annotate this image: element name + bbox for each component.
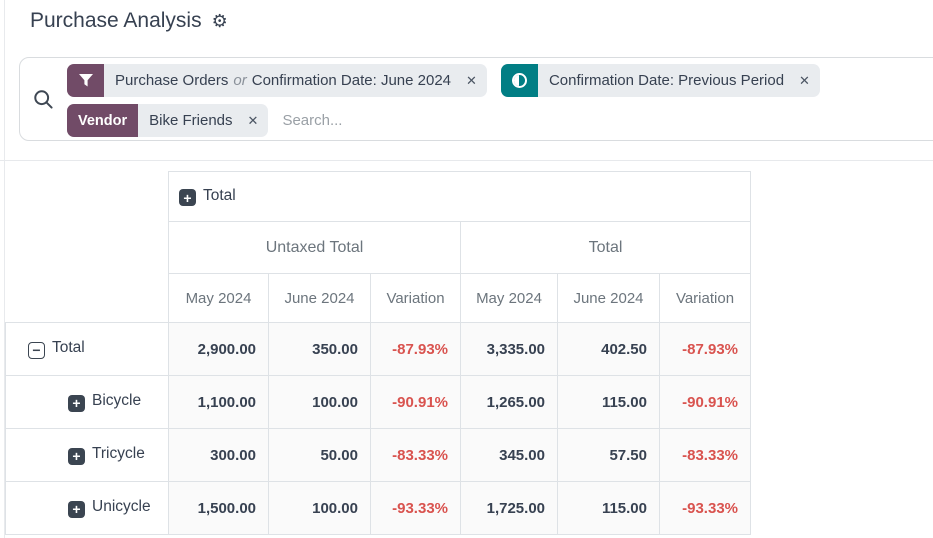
row-label: Tricycle <box>92 445 145 462</box>
cell-variation: -90.91% <box>660 376 751 429</box>
facet-vendor-category: Vendor <box>67 104 138 137</box>
row-header-total[interactable]: −Total <box>6 323 169 376</box>
pivot-corner <box>6 274 169 323</box>
comparison-icon <box>501 64 538 97</box>
cell: 115.00 <box>558 482 660 535</box>
facet-comparison-label: Confirmation Date: Previous Period <box>538 64 795 97</box>
measure-header-untaxed-total[interactable]: Untaxed Total <box>169 222 461 274</box>
expand-icon[interactable]: + <box>179 189 196 206</box>
facet-row-2: Vendor Bike Friends ✕ <box>67 104 820 137</box>
table-row-total: −Total 2,900.00 350.00 -87.93% 3,335.00 … <box>6 323 751 376</box>
cell-variation: -87.93% <box>371 323 461 376</box>
search-bar: Purchase Orders or Confirmation Date: Ju… <box>19 57 933 141</box>
period-header[interactable]: Variation <box>660 274 751 323</box>
facet-filter-label: Purchase Orders or Confirmation Date: Ju… <box>104 64 462 97</box>
breadcrumb: Purchase Analysis ⚙ <box>30 9 228 33</box>
cell: 100.00 <box>269 376 371 429</box>
pivot-table: + Total Untaxed Total Total May 2024 June… <box>5 171 751 535</box>
facet-filter-part1: Purchase Orders <box>115 72 228 89</box>
cell: 1,100.00 <box>169 376 269 429</box>
gear-icon[interactable]: ⚙ <box>212 12 228 30</box>
table-row-bicycle: + Bicycle 1,100.00 100.00 -90.91% 1,265.0… <box>6 376 751 429</box>
cell: 2,900.00 <box>169 323 269 376</box>
cell: 1,265.00 <box>461 376 558 429</box>
col-header-total[interactable]: + Total <box>169 172 751 222</box>
pivot-corner <box>6 172 169 222</box>
period-header[interactable]: Variation <box>371 274 461 323</box>
periods-row: May 2024 June 2024 Variation May 2024 Ju… <box>6 274 751 323</box>
period-header[interactable]: June 2024 <box>269 274 371 323</box>
collapse-icon[interactable]: − <box>28 342 45 359</box>
cell-variation: -93.33% <box>371 482 461 535</box>
cell-variation: -93.33% <box>660 482 751 535</box>
cell: 1,725.00 <box>461 482 558 535</box>
control-panel-divider <box>0 160 933 161</box>
cell: 100.00 <box>269 482 371 535</box>
period-header[interactable]: May 2024 <box>461 274 558 323</box>
expand-icon[interactable]: + <box>68 448 85 465</box>
period-header[interactable]: June 2024 <box>558 274 660 323</box>
cell-variation: -87.93% <box>660 323 751 376</box>
row-header-tricycle[interactable]: + Tricycle <box>6 429 169 482</box>
search-input[interactable] <box>282 104 502 137</box>
page-title: Purchase Analysis <box>30 9 202 33</box>
cell: 350.00 <box>269 323 371 376</box>
facet-filter-remove-button[interactable]: ✕ <box>462 64 487 97</box>
facet-list: Purchase Orders or Confirmation Date: Ju… <box>67 58 820 137</box>
facet-filter: Purchase Orders or Confirmation Date: Ju… <box>67 64 487 97</box>
cell: 1,500.00 <box>169 482 269 535</box>
col-root-label: Total <box>203 187 236 204</box>
cell-variation: -90.91% <box>371 376 461 429</box>
facet-filter-part2: Confirmation Date: June 2024 <box>252 72 451 89</box>
table-row-unicycle: + Unicycle 1,500.00 100.00 -93.33% 1,725.… <box>6 482 751 535</box>
row-label: Unicycle <box>92 498 151 515</box>
row-header-bicycle[interactable]: + Bicycle <box>6 376 169 429</box>
facet-comparison: Confirmation Date: Previous Period ✕ <box>501 64 820 97</box>
facet-comparison-remove-button[interactable]: ✕ <box>795 64 820 97</box>
facet-vendor: Vendor Bike Friends ✕ <box>67 104 268 137</box>
cell: 115.00 <box>558 376 660 429</box>
expand-icon[interactable]: + <box>68 501 85 518</box>
cell: 300.00 <box>169 429 269 482</box>
expand-icon[interactable]: + <box>68 395 85 412</box>
cell-variation: -83.33% <box>371 429 461 482</box>
period-header[interactable]: May 2024 <box>169 274 269 323</box>
row-header-unicycle[interactable]: + Unicycle <box>6 482 169 535</box>
cell-variation: -83.33% <box>660 429 751 482</box>
facet-filter-connector: or <box>233 72 246 89</box>
cell: 57.50 <box>558 429 660 482</box>
cell: 345.00 <box>461 429 558 482</box>
cell: 3,335.00 <box>461 323 558 376</box>
pivot-corner <box>6 222 169 274</box>
facet-row-1: Purchase Orders or Confirmation Date: Ju… <box>67 64 820 97</box>
cell: 50.00 <box>269 429 371 482</box>
facet-vendor-remove-button[interactable]: ✕ <box>244 104 269 137</box>
filter-icon <box>67 64 104 97</box>
cell: 402.50 <box>558 323 660 376</box>
row-label: Bicycle <box>92 392 141 409</box>
table-row-tricycle: + Tricycle 300.00 50.00 -83.33% 345.00 57… <box>6 429 751 482</box>
search-icon <box>20 58 67 140</box>
measures-row: Untaxed Total Total <box>6 222 751 274</box>
col-root-row: + Total <box>6 172 751 222</box>
row-label: Total <box>52 339 85 356</box>
facet-vendor-value: Bike Friends <box>138 104 243 137</box>
purchase-analysis-page: Purchase Analysis ⚙ Purchase Orders or C… <box>0 0 933 538</box>
measure-header-total[interactable]: Total <box>461 222 751 274</box>
